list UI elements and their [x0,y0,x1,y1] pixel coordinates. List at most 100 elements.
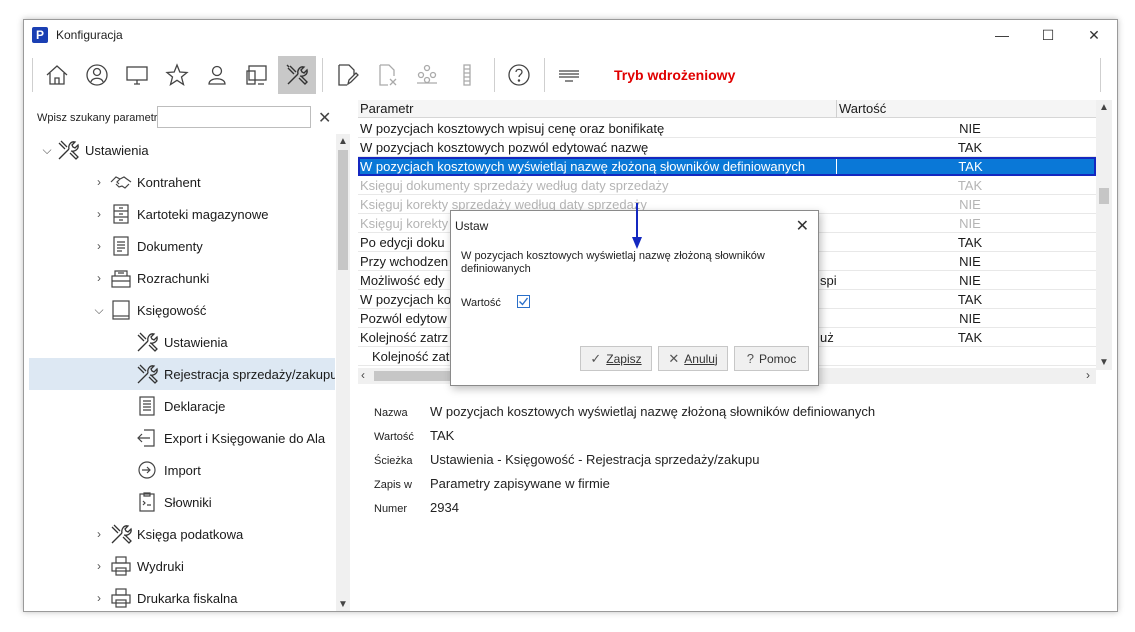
collapse-chevron-icon[interactable]: ⌵ [93,303,105,318]
scroll-up-icon[interactable]: ▲ [336,136,350,147]
tree-item-wydruki[interactable]: › Wydruki [29,550,335,582]
tools-icon[interactable] [278,56,316,94]
scroll-up-icon[interactable]: ▲ [1096,102,1112,113]
search-input[interactable] [157,106,311,128]
expand-chevron-icon[interactable]: › [93,591,105,605]
tree-item-label: Export i Księgowanie do Ala [164,430,326,446]
tree-item-label: Drukarka fiskalna [137,590,238,606]
save-button[interactable]: ✓ Zapisz [580,346,652,371]
tree-scrollbar[interactable]: ▲ ▼ [336,134,350,611]
tree-item-ustawienia[interactable]: ⌵ Ustawienia [29,134,335,166]
cell-value: NIE [959,254,981,269]
clear-search-icon[interactable]: ✕ [318,108,331,128]
toolbar-divider [1100,58,1101,92]
tree-item-label: Ustawienia [85,142,149,158]
user-circle-icon[interactable] [78,56,116,94]
mode-label: Tryb wdrożeniowy [614,67,736,83]
app-logo-icon: P [32,27,48,43]
expand-chevron-icon[interactable]: › [93,271,105,285]
tree-item-rejestracja[interactable]: Rejestracja sprzedaży/zakupu [29,358,335,390]
scroll-down-icon[interactable]: ▼ [1096,357,1112,368]
detail-number: Numer 2934 [374,500,1074,520]
home-icon[interactable] [38,56,76,94]
tree-item-label: Rejestracja sprzedaży/zakupu [164,366,335,382]
star-icon[interactable] [158,56,196,94]
grid-row[interactable]: W pozycjach kosztowych wpisuj cenę oraz … [358,119,1096,138]
grid-vertical-scrollbar[interactable]: ▲ ▼ [1096,100,1112,370]
monitor-icon[interactable] [118,56,156,94]
tree-item-export[interactable]: Export i Księgowanie do Ala [29,422,335,454]
detail-value: Parametry zapisywane w firmie [430,476,610,491]
tree-item-slowniki[interactable]: Słowniki [29,486,335,518]
checkmark-icon [519,297,529,306]
cancel-button-label: Anuluj [684,351,718,366]
tree-item-rozrachunki[interactable]: › Rozrachunki [29,262,335,294]
tools-icon [137,364,158,384]
help-icon[interactable] [500,56,538,94]
tree-item-dokumenty[interactable]: › Dokumenty [29,230,335,262]
devices-icon[interactable] [238,56,276,94]
cell-param-tail: uż [820,330,834,345]
checkmark-icon: ✓ [590,350,602,366]
tree-item-import[interactable]: Import [29,454,335,486]
tree-item-deklaracje[interactable]: Deklaracje [29,390,335,422]
tools-icon [137,332,158,352]
minimize-button[interactable]: — [979,22,1025,48]
menu-lines-icon[interactable] [550,56,588,94]
collapse-chevron-icon[interactable]: ⌵ [41,143,53,158]
cancel-button[interactable]: ✕ Anuluj [658,346,728,371]
grid-row-selected[interactable]: W pozycjach kosztowych wyświetlaj nazwę … [358,157,1096,176]
column-header-value[interactable]: Wartość [839,101,886,116]
expand-chevron-icon[interactable]: › [93,175,105,189]
drawers-icon [113,204,129,224]
detail-save: Zapis w Parametry zapisywane w firmie [374,476,1074,496]
help-icon: ? [746,351,754,366]
detail-value-row: Wartość TAK [374,428,1074,448]
tree-item-ksiegowosc-ustawienia[interactable]: Ustawienia [29,326,335,358]
scroll-thumb[interactable] [338,150,348,270]
close-window-button[interactable]: ✕ [1071,22,1117,48]
settings-tree: ⌵ Ustawienia › Kontrahent › Kartoteki ma… [29,134,335,611]
expand-chevron-icon[interactable]: › [93,239,105,253]
scroll-thumb[interactable] [1099,188,1109,204]
document-delete-icon[interactable] [368,56,406,94]
cell-param: W pozycjach kosztowych wyświetlaj nazwę … [360,159,806,174]
expand-chevron-icon[interactable]: › [93,559,105,573]
tools-icon [111,524,132,544]
help-button[interactable]: ? Pomoc [734,346,809,371]
group-icon[interactable] [408,56,446,94]
tree-item-kontrahent[interactable]: › Kontrahent [29,166,335,198]
tree-item-ksiega-podatkowa[interactable]: › Księga podatkowa [29,518,335,550]
column-divider[interactable] [836,100,837,118]
detail-value: Ustawienia - Księgowość - Rejestracja sp… [430,452,760,467]
tree-item-ksiegowosc[interactable]: ⌵ Księgowość [29,294,335,326]
scroll-down-icon[interactable]: ▼ [336,599,350,610]
tree-item-label: Rozrachunki [137,270,210,286]
column-header-param[interactable]: Parametr [360,101,413,116]
tree-item-label: Import [164,462,201,478]
detail-label: Wartość [374,431,414,443]
expand-chevron-icon[interactable]: › [93,527,105,541]
form-icon [139,396,155,416]
expand-chevron-icon[interactable]: › [93,207,105,221]
tree-item-label: Kontrahent [137,174,201,190]
list-icon[interactable] [448,56,486,94]
grid-row[interactable]: Księguj dokumenty sprzedaży według daty … [358,176,1096,195]
detail-name: Nazwa W pozycjach kosztowych wyświetlaj … [374,404,1074,424]
export-icon [137,429,155,447]
scroll-left-icon[interactable]: ‹ [361,368,365,382]
maximize-button[interactable]: ☐ [1025,22,1071,48]
cell-param: W pozycjach kosztowych wpisuj cenę oraz … [360,121,665,136]
cell-value: TAK [957,330,983,345]
tree-item-drukarka[interactable]: › Drukarka fiskalna [29,582,335,611]
grid-row[interactable]: W pozycjach kosztowych pozwól edytować n… [358,138,1096,157]
person-icon[interactable] [198,56,236,94]
close-icon[interactable]: ✕ [796,216,809,236]
tree-item-kartoteki[interactable]: › Kartoteki magazynowe [29,198,335,230]
cell-value: TAK [957,140,983,155]
handshake-icon [110,176,132,189]
scroll-right-icon[interactable]: › [1086,368,1090,382]
document-edit-icon[interactable] [328,56,366,94]
detail-path: Ścieżka Ustawienia - Księgowość - Rejest… [374,452,1074,472]
value-checkbox[interactable] [517,295,530,308]
